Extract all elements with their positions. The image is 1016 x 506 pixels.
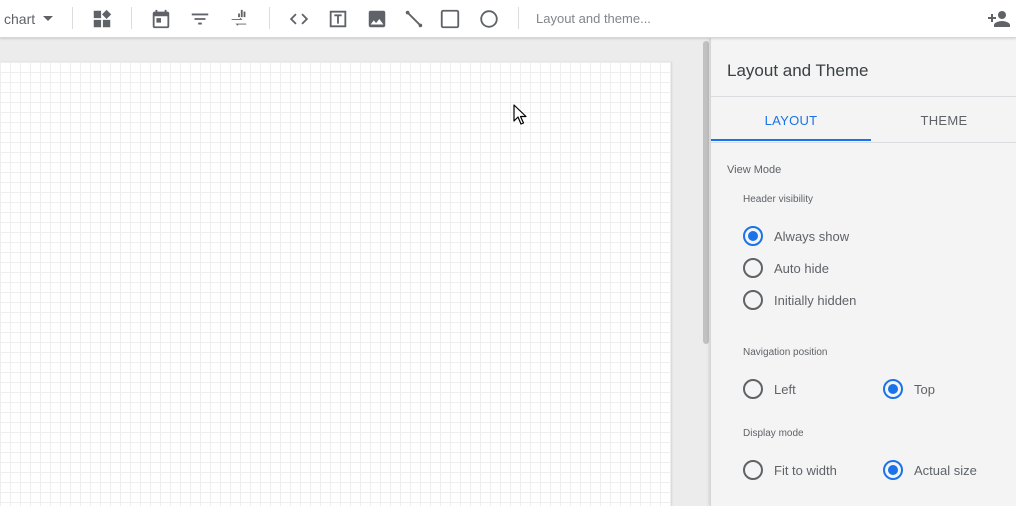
tab-theme[interactable]: THEME [871, 98, 1016, 142]
radio-label: Left [774, 381, 796, 397]
panel-title: Layout and Theme [727, 61, 869, 80]
text-button[interactable] [325, 0, 351, 37]
radio-label: Actual size [914, 462, 977, 478]
vertical-scrollbar[interactable] [703, 41, 709, 344]
radio-always-show[interactable]: Always show [743, 226, 849, 246]
line-icon [405, 10, 423, 27]
report-canvas-area [0, 38, 710, 506]
radio-button-checked-icon [883, 379, 903, 399]
radio-nav-left[interactable]: Left [743, 379, 796, 399]
add-component-button[interactable] [89, 0, 115, 37]
filter-icon [191, 13, 209, 24]
data-control-button[interactable] [226, 0, 252, 37]
radio-label: Initially hidden [774, 292, 857, 308]
rectangle-button[interactable] [437, 0, 463, 37]
toolbar-divider [131, 7, 132, 29]
filter-control-button[interactable] [187, 0, 213, 37]
radio-fit-to-width[interactable]: Fit to width [743, 460, 837, 480]
radio-button-unchecked-icon [743, 290, 763, 310]
toolbar-divider [518, 7, 519, 29]
url-embed-button[interactable] [286, 0, 312, 37]
radio-button-checked-icon [883, 460, 903, 480]
image-button[interactable] [364, 0, 390, 37]
radio-button-unchecked-icon [743, 258, 763, 278]
toolbar: chart Layout and theme... [0, 0, 1016, 38]
navigation-position-label: Navigation position [743, 347, 828, 358]
layout-theme-label: Layout and theme... [536, 11, 651, 26]
view-mode-label: View Mode [727, 164, 782, 176]
date-range-button[interactable] [148, 0, 174, 37]
radio-label: Always show [774, 228, 850, 244]
report-canvas[interactable] [0, 62, 672, 506]
active-tab-indicator [711, 139, 871, 141]
display-mode-label: Display mode [743, 428, 804, 439]
image-icon [368, 10, 386, 27]
add-chart-dropdown[interactable]: chart [4, 0, 54, 37]
share-button[interactable] [986, 0, 1012, 37]
header-visibility-label: Header visibility [743, 194, 814, 205]
add-component-icon [93, 9, 112, 27]
text-box-icon [329, 10, 347, 27]
radio-label: Top [914, 381, 935, 397]
rectangle-icon [440, 9, 460, 28]
radio-button-unchecked-icon [743, 379, 763, 399]
radio-initially-hidden[interactable]: Initially hidden [743, 290, 856, 310]
toolbar-divider [72, 7, 73, 29]
data-control-icon [231, 9, 247, 26]
tab-layout[interactable]: LAYOUT [711, 98, 871, 142]
radio-label: Fit to width [774, 462, 837, 478]
toolbar-divider [269, 7, 270, 29]
radio-auto-hide[interactable]: Auto hide [743, 258, 829, 278]
panel-divider [711, 96, 1016, 97]
circle-icon [480, 9, 498, 28]
date-range-icon [152, 9, 170, 28]
layout-theme-panel: Layout and Theme LAYOUT THEME View Mode … [710, 38, 1016, 506]
radio-nav-top[interactable]: Top [883, 379, 935, 399]
circle-button[interactable] [476, 0, 502, 37]
radio-label: Auto hide [774, 260, 829, 276]
code-icon [289, 13, 309, 24]
tabs-divider [711, 142, 1016, 143]
line-button[interactable] [401, 0, 427, 37]
add-chart-label: chart [4, 10, 36, 27]
add-person-icon [988, 10, 1010, 27]
caret-down-icon [43, 16, 54, 21]
radio-button-checked-icon [743, 226, 763, 246]
layout-theme-link[interactable]: Layout and theme... [536, 0, 651, 37]
mouse-cursor-icon [513, 104, 527, 125]
radio-actual-size[interactable]: Actual size [883, 460, 977, 480]
radio-button-unchecked-icon [743, 460, 763, 480]
